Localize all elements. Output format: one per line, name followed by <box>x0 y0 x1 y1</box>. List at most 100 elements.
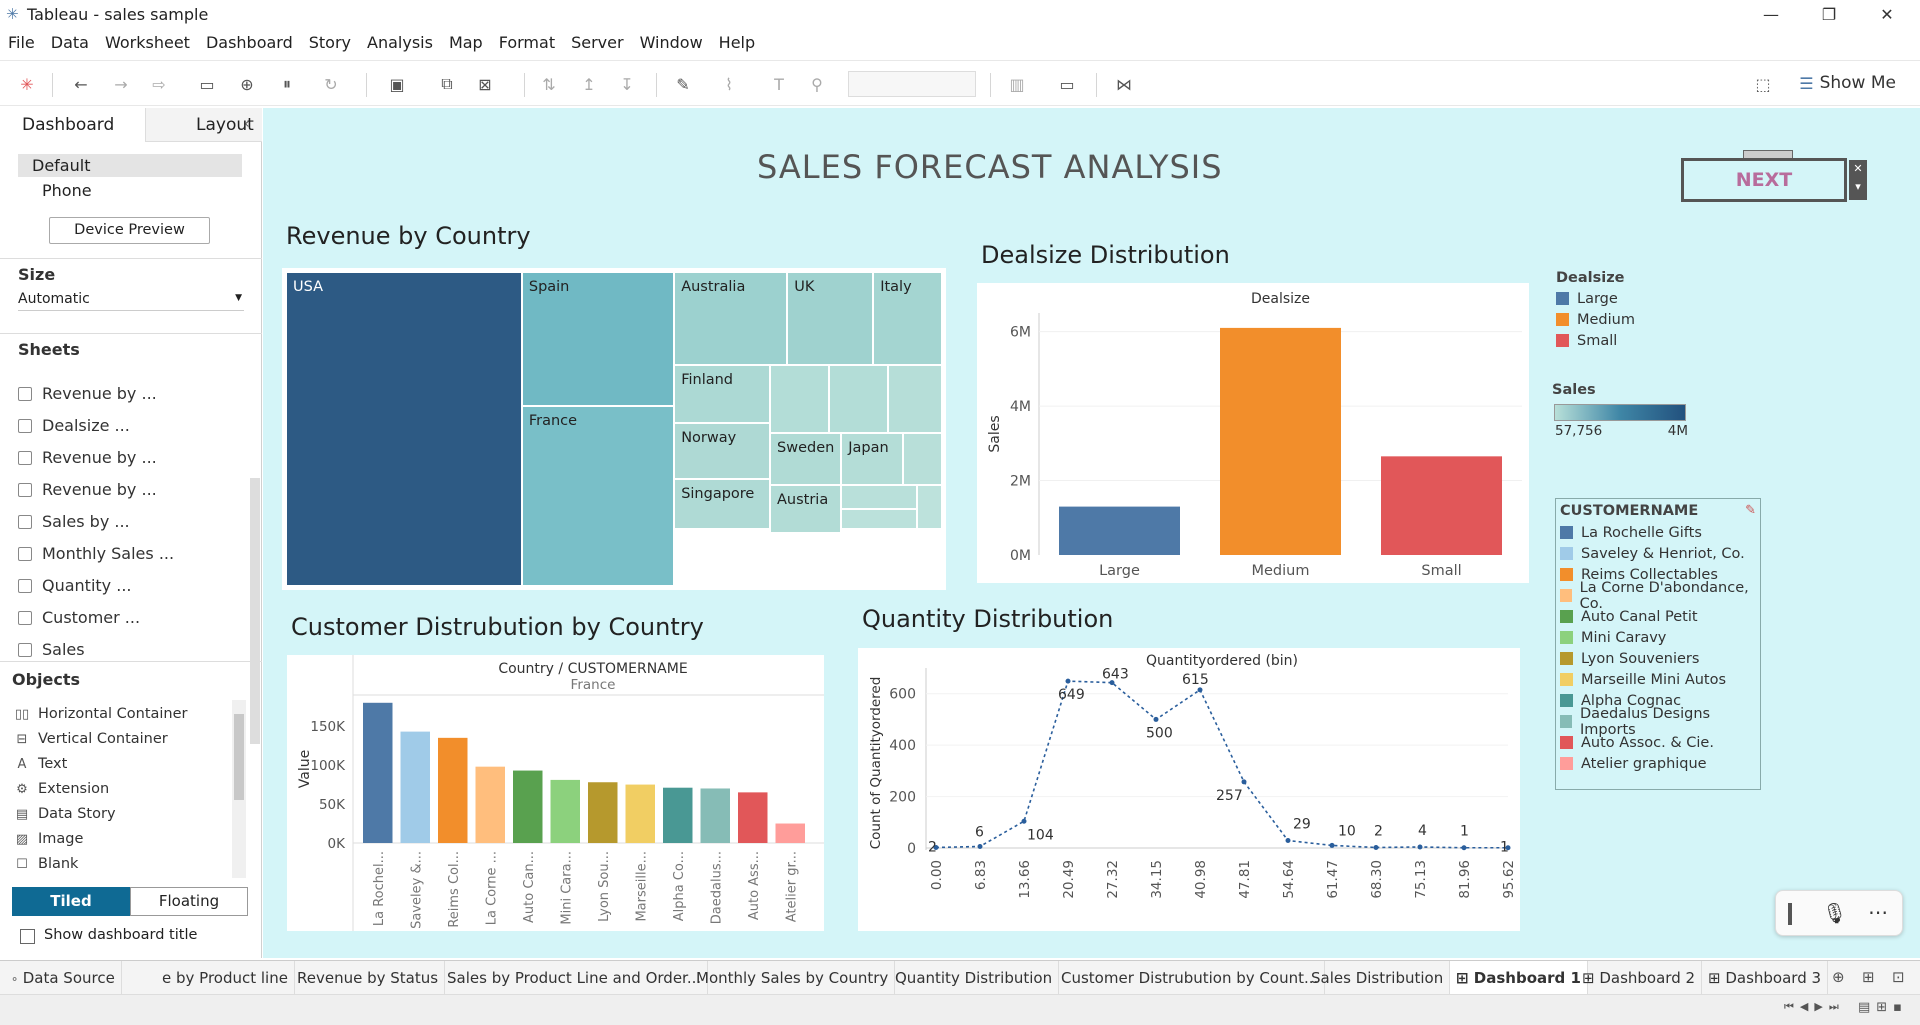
sheets-scrollbar[interactable] <box>250 478 260 744</box>
bar-customer[interactable] <box>475 766 506 843</box>
bar-customer[interactable] <box>400 731 431 843</box>
device-default[interactable]: Default <box>18 154 242 177</box>
highlight-pen-icon[interactable]: ✎ <box>1745 503 1756 518</box>
legend-item-customer[interactable]: Lyon Souveniers <box>1560 648 1756 669</box>
treemap-cell-spain[interactable]: Spain <box>521 272 675 406</box>
bar-small[interactable] <box>1381 456 1502 555</box>
legend-item-customer[interactable]: Atelier graphique <box>1560 753 1756 774</box>
sort-ascending-icon[interactable]: ↥ <box>578 73 600 95</box>
legend-item-large[interactable]: Large <box>1556 288 1635 309</box>
bar-customer[interactable] <box>738 792 768 843</box>
more-options-icon[interactable]: ⋯ <box>1868 900 1888 924</box>
treemap-cell[interactable] <box>917 485 942 529</box>
bar-large[interactable] <box>1059 506 1180 555</box>
object-horizontal-container[interactable]: ▯▯ Horizontal Container <box>14 706 188 722</box>
menu-data[interactable]: Data <box>51 30 89 56</box>
treemap-cell-norway[interactable]: Norway <box>674 423 770 479</box>
new-story-icon[interactable]: ⊡ <box>1892 968 1905 986</box>
new-dashboard-icon[interactable]: ⊞ <box>1862 968 1875 986</box>
next-button[interactable]: NEXT <box>1681 158 1847 202</box>
treemap-cell-austria[interactable]: Austria <box>770 485 842 533</box>
tab-monthly-sales[interactable]: Monthly Sales by Country <box>690 961 896 995</box>
treemap-cell[interactable] <box>887 365 942 433</box>
pin-icon[interactable]: ⚲ <box>806 73 828 95</box>
show-me-button[interactable]: ☰ Show Me <box>1799 73 1896 93</box>
tiled-button[interactable]: Tiled <box>12 887 130 916</box>
tab-dashboard-1[interactable]: ⊞ Dashboard 1 <box>1450 961 1588 995</box>
redo-icon[interactable]: → <box>110 73 132 95</box>
bar-customer[interactable] <box>700 788 731 843</box>
sheet-item[interactable]: Revenue by ... <box>18 384 157 403</box>
new-worksheet-icon[interactable]: ▣ <box>386 73 408 95</box>
menu-server[interactable]: Server <box>571 30 623 56</box>
legend-item-customer[interactable]: Marseille Mini Autos <box>1560 669 1756 690</box>
chart-icon[interactable]: ▥ <box>1006 73 1028 95</box>
new-worksheet-icon[interactable]: ⊕ <box>1832 968 1845 986</box>
menu-format[interactable]: Format <box>499 30 555 56</box>
tableau-home-icon[interactable]: ✳ <box>16 73 38 95</box>
legend-item-customer[interactable]: La Rochelle Gifts <box>1560 522 1756 543</box>
collapse-panel-icon[interactable]: ‹ <box>244 116 250 132</box>
sheet-item[interactable]: Revenue by ... <box>18 448 157 467</box>
bar-medium[interactable] <box>1220 327 1341 555</box>
refresh-icon[interactable]: ↻ <box>320 73 342 95</box>
object-data-story[interactable]: ▤ Data Story <box>14 806 116 822</box>
tab-dashboard-3[interactable]: ⊞ Dashboard 3 <box>1702 961 1829 995</box>
view-toggle-icons[interactable]: ▤⊞▪ <box>1858 1000 1908 1015</box>
data-point[interactable] <box>1329 842 1335 848</box>
treemap-cell-italy[interactable]: Italy <box>873 272 942 365</box>
menu-story[interactable]: Story <box>309 30 351 56</box>
treemap-cell[interactable] <box>770 365 829 433</box>
pause-updates-icon[interactable]: ⏸ <box>276 73 298 95</box>
sheet-item[interactable]: Sales <box>18 640 85 659</box>
treemap-cell-sweden[interactable]: Sweden <box>770 433 842 485</box>
menu-analysis[interactable]: Analysis <box>367 30 433 56</box>
data-point[interactable] <box>1241 779 1247 785</box>
menu-window[interactable]: Window <box>640 30 703 56</box>
bar-customer[interactable] <box>550 779 581 843</box>
menu-worksheet[interactable]: Worksheet <box>105 30 190 56</box>
highlight-icon[interactable]: ✎ <box>672 73 694 95</box>
bar-customer[interactable] <box>438 737 468 843</box>
bar-customer[interactable] <box>513 770 543 843</box>
menu-dashboard[interactable]: Dashboard <box>206 30 293 56</box>
tab-customer-distribution[interactable]: Customer Distrubution by Count... <box>1055 961 1326 995</box>
sheet-item[interactable]: Dealsize ... <box>18 416 130 435</box>
treemap-cell-singapore[interactable]: Singapore <box>674 479 770 529</box>
close-icon[interactable]: ✕ <box>1849 160 1867 178</box>
treemap-cell-france[interactable]: France <box>521 406 675 586</box>
size-dropdown[interactable]: Automatic ▼ <box>18 291 244 311</box>
tab-dashboard-2[interactable]: ⊞ Dashboard 2 <box>1576 961 1703 995</box>
tab-sales-product-line[interactable]: Sales by Product Line and Order... <box>441 961 709 995</box>
sheet-item[interactable]: Sales by ... <box>18 512 130 531</box>
sort-descending-icon[interactable]: ↧ <box>616 73 638 95</box>
data-point[interactable] <box>1285 838 1291 844</box>
sheet-item[interactable]: Monthly Sales ... <box>18 544 174 563</box>
data-point[interactable] <box>1461 845 1467 851</box>
legend-item-customer[interactable]: Saveley & Henriot, Co. <box>1560 543 1756 564</box>
legend-item-customer[interactable]: Daedalus Designs Imports <box>1560 706 1756 738</box>
tab-dashboard[interactable]: Dashboard <box>0 108 145 142</box>
object-extension[interactable]: ⚙ Extension <box>14 781 109 797</box>
data-point[interactable] <box>1021 818 1027 824</box>
labels-icon[interactable]: T <box>768 73 790 95</box>
menu-map[interactable]: Map <box>449 30 483 56</box>
treemap-cell-usa[interactable]: USA <box>286 272 522 586</box>
presentation-icon[interactable]: ▭ <box>1056 73 1078 95</box>
object-vertical-container[interactable]: ⊟ Vertical Container <box>14 731 168 747</box>
restore-icon[interactable]: ❐ <box>1806 0 1852 28</box>
bar-customer[interactable] <box>588 782 618 843</box>
legend-item-medium[interactable]: Medium <box>1556 309 1635 330</box>
treemap-cell[interactable] <box>828 365 888 433</box>
sheet-item[interactable]: Quantity ... <box>18 576 131 595</box>
share-icon[interactable]: ⋈ <box>1113 73 1135 95</box>
data-point[interactable] <box>1197 687 1203 693</box>
object-blank[interactable]: ☐ Blank <box>14 856 78 872</box>
legend-item-customer[interactable]: Mini Caravy <box>1560 627 1756 648</box>
duplicate-icon[interactable]: ⧉ <box>436 73 458 95</box>
object-text[interactable]: A Text <box>14 756 68 772</box>
sheet-item[interactable]: Revenue by ... <box>18 480 157 499</box>
data-point[interactable] <box>1065 678 1071 684</box>
treemap-cell-finland[interactable]: Finland <box>674 365 770 423</box>
replay-icon[interactable]: ⇨ <box>148 73 170 95</box>
